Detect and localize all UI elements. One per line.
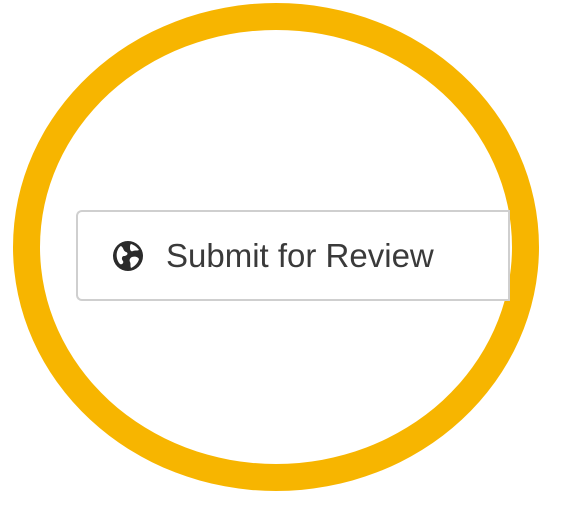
submit-button-label: Submit for Review: [166, 236, 434, 274]
button-group-divider: [508, 210, 510, 301]
submit-for-review-button[interactable]: Submit for Review: [76, 210, 510, 301]
globe-icon: [112, 240, 144, 272]
